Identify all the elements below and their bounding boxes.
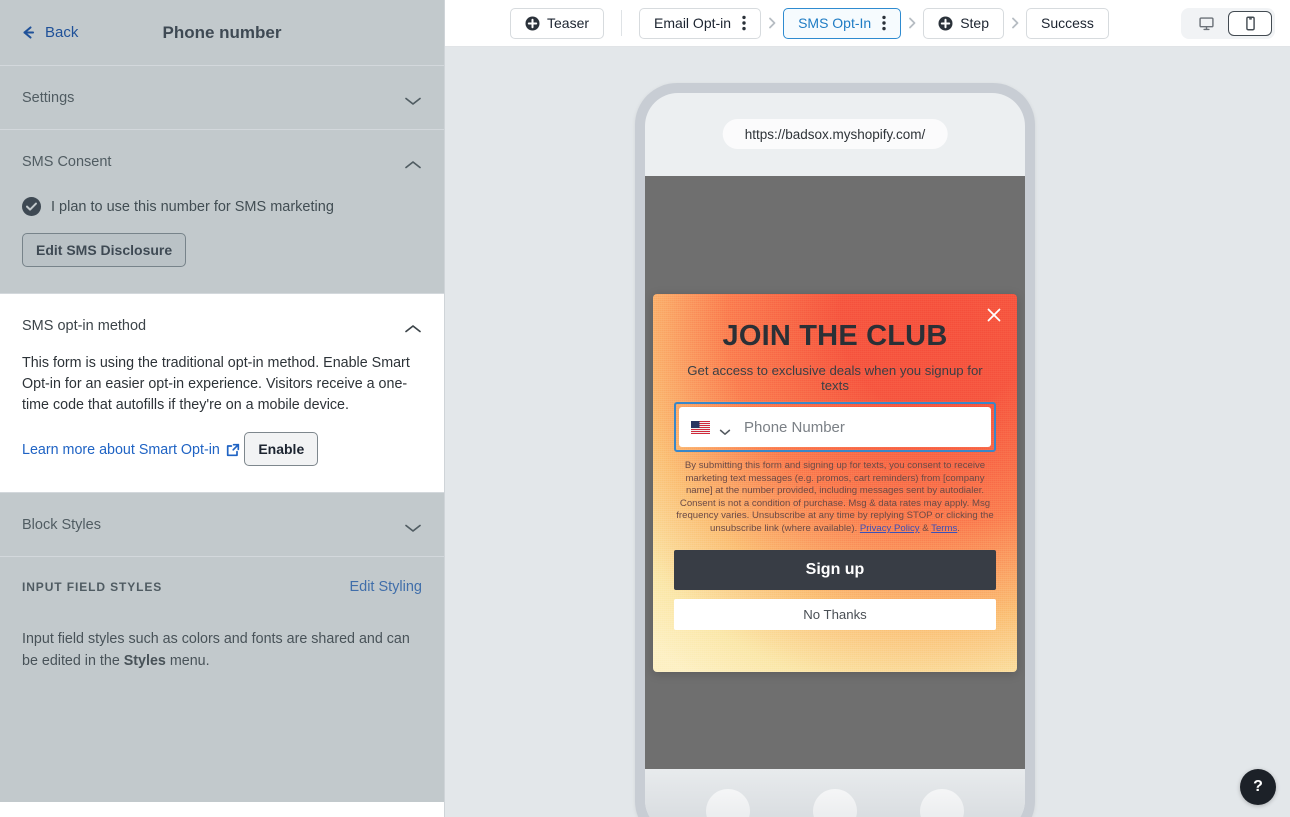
popup-heading: JOIN THE CLUB [722, 320, 948, 352]
chevron-right-icon [901, 16, 923, 30]
disclosure-end: . [957, 522, 960, 534]
section-sms-optin-header[interactable]: SMS opt-in method [0, 294, 444, 357]
section-sms-consent-body: I plan to use this number for SMS market… [0, 193, 444, 293]
step-chip-sms-optin-label: SMS Opt-In [798, 15, 872, 31]
app-root: Back Phone number Settings SMS Consent I… [0, 0, 1290, 817]
learn-more-smart-optin-link[interactable]: Learn more about Smart Opt-in [22, 442, 240, 458]
popup-disclosure-text: By submitting this form and signing up f… [674, 460, 996, 536]
desktop-preview-button[interactable] [1184, 11, 1228, 36]
preview-url: https://badsox.myshopify.com/ [744, 126, 926, 142]
step-chip-email-optin[interactable]: Email Opt-in [639, 7, 762, 39]
us-flag-icon [691, 420, 710, 434]
sign-up-button[interactable]: Sign up [674, 549, 996, 590]
disclosure-amp: & [919, 522, 932, 534]
more-options-icon[interactable] [742, 15, 746, 31]
plus-circle-icon [525, 16, 540, 31]
input-field-styles-label: INPUT FIELD STYLES [22, 580, 163, 595]
preview-canvas: https://badsox.myshopify.com/ JOIN THE C… [445, 47, 1290, 817]
desktop-icon [1198, 15, 1215, 32]
chevron-right-icon [1004, 16, 1026, 30]
privacy-policy-link[interactable]: Privacy Policy [860, 523, 920, 534]
more-options-icon[interactable] [882, 15, 886, 31]
phone-frame: https://badsox.myshopify.com/ JOIN THE C… [635, 83, 1035, 817]
phone-screen: https://badsox.myshopify.com/ JOIN THE C… [645, 93, 1025, 817]
step-chip-success-label: Success [1041, 15, 1094, 31]
step-chip-add-step-label: Step [960, 15, 990, 31]
step-chip-email-optin-label: Email Opt-in [654, 15, 732, 31]
plus-circle-icon [938, 16, 953, 31]
toolbar-divider [621, 10, 623, 36]
step-chips: Teaser Email Opt-in SMS Opt-In Step Succ… [510, 7, 1109, 39]
chevron-right-icon [761, 16, 783, 30]
checkbox-checked-icon[interactable] [22, 197, 41, 216]
external-link-icon [226, 443, 240, 457]
step-chip-teaser[interactable]: Teaser [510, 7, 605, 39]
input-field-styles-text-post: menu. [165, 652, 210, 669]
chevron-up-icon [404, 321, 422, 332]
terms-link[interactable]: Terms [931, 523, 957, 534]
edit-styling-link[interactable]: Edit Styling [349, 579, 422, 595]
back-button[interactable]: Back [20, 24, 78, 41]
section-sms-optin-body: This form is using the traditional opt-i… [0, 353, 444, 492]
sidebar-header: Back Phone number [0, 0, 444, 65]
section-settings[interactable]: Settings [0, 65, 444, 129]
section-sms-optin-method: SMS opt-in method This form is using the… [0, 293, 444, 493]
step-chip-add-step[interactable]: Step [923, 7, 1005, 39]
edit-sms-disclosure-button[interactable]: Edit SMS Disclosure [22, 233, 187, 268]
enable-smart-optin-button[interactable]: Enable [244, 432, 319, 467]
step-chip-teaser-label: Teaser [547, 15, 590, 31]
chevron-down-icon[interactable] [719, 423, 731, 435]
nav-dot[interactable] [706, 789, 751, 817]
chevron-down-icon [404, 93, 422, 105]
sms-optin-description: This form is using the traditional opt-i… [22, 355, 410, 413]
input-field-styles-text-bold: Styles [123, 652, 166, 669]
top-toolbar: Teaser Email Opt-in SMS Opt-In Step Succ… [445, 0, 1290, 47]
input-field-styles-header: INPUT FIELD STYLES Edit Styling [0, 557, 444, 595]
chevron-down-icon [404, 520, 422, 532]
input-field-styles-text-pre: Input field styles such as colors and fo… [22, 631, 410, 669]
step-chip-success[interactable]: Success [1026, 7, 1109, 39]
chevron-up-icon [404, 157, 422, 168]
no-thanks-button[interactable]: No Thanks [674, 598, 996, 630]
section-block-styles-label: Block Styles [22, 516, 101, 533]
mobile-preview-button[interactable] [1228, 11, 1272, 36]
section-block-styles-header[interactable]: Block Styles [0, 493, 444, 556]
sidebar: Back Phone number Settings SMS Consent I… [0, 0, 445, 817]
help-button[interactable]: ? [1240, 769, 1276, 805]
sidebar-header-panel: Back Phone number [0, 0, 444, 65]
section-input-field-styles: INPUT FIELD STYLES Edit Styling Input fi… [0, 556, 444, 803]
section-settings-header[interactable]: Settings [0, 66, 444, 129]
section-sms-optin-label: SMS opt-in method [22, 317, 147, 334]
signup-popup: JOIN THE CLUB Get access to exclusive de… [653, 294, 1017, 672]
phone-bottom-nav [645, 769, 1025, 817]
phone-number-input[interactable]: Phone Number [679, 407, 991, 447]
section-block-styles[interactable]: Block Styles [0, 492, 444, 557]
section-sms-consent-header[interactable]: SMS Consent [0, 130, 444, 193]
sms-marketing-checkbox-label: I plan to use this number for SMS market… [51, 198, 334, 215]
nav-dot[interactable] [919, 789, 964, 817]
arrow-left-icon [20, 24, 37, 41]
popup-subheading: Get access to exclusive deals when you s… [687, 363, 983, 393]
section-sms-consent: SMS Consent I plan to use this number fo… [0, 129, 444, 294]
learn-more-label: Learn more about Smart Opt-in [22, 442, 220, 459]
device-preview-toggle [1181, 8, 1275, 39]
close-icon[interactable] [983, 304, 1005, 326]
popup-content: JOIN THE CLUB Get access to exclusive de… [653, 294, 1017, 630]
mobile-icon [1242, 15, 1259, 32]
back-label: Back [45, 24, 79, 41]
phone-number-placeholder: Phone Number [744, 418, 845, 436]
input-field-styles-description: Input field styles such as colors and fo… [0, 595, 444, 672]
section-sms-consent-label: SMS Consent [22, 153, 112, 170]
nav-dot[interactable] [812, 789, 857, 817]
sms-marketing-checkbox-row[interactable]: I plan to use this number for SMS market… [22, 193, 422, 216]
section-settings-label: Settings [22, 89, 75, 106]
phone-input-focus-ring: Phone Number [674, 402, 996, 452]
step-chip-sms-optin[interactable]: SMS Opt-In [783, 7, 902, 39]
preview-url-bar: https://badsox.myshopify.com/ [722, 119, 948, 149]
